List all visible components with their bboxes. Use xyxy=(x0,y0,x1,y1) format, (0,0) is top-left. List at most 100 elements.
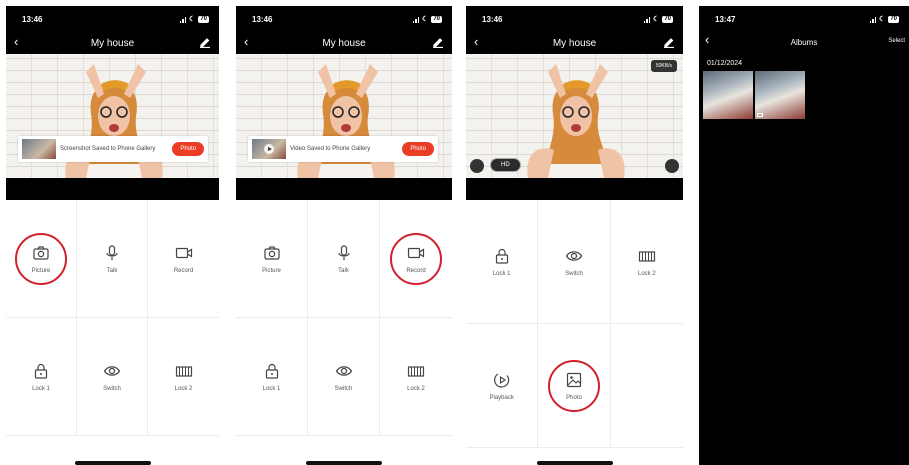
toast-message: Screenshot Saved to Phone Gallery xyxy=(60,145,156,152)
status-bar: 13:47 ☾ 70 xyxy=(699,6,909,32)
eye-icon xyxy=(565,250,583,261)
action-label: Record xyxy=(173,267,194,274)
home-indicator xyxy=(306,461,382,465)
action-label: Playback xyxy=(489,394,514,401)
action-label: Switch xyxy=(565,270,583,277)
highlight-circle xyxy=(390,232,442,285)
action-label: Lock 2 xyxy=(637,270,656,277)
nav-bar: ‹ Albums Select xyxy=(699,32,909,52)
live-video-feed[interactable]: 50KB/s HD xyxy=(466,54,683,178)
action-grid: Lock 1 Switch Lock 2 Playback Photo xyxy=(466,200,683,448)
video-thumbnail[interactable] xyxy=(252,139,286,159)
home-indicator xyxy=(536,461,613,465)
live-video-feed[interactable]: Video Saved to Phone Gallery Photo xyxy=(236,54,452,178)
playback-button[interactable]: Playback xyxy=(466,324,539,448)
signal-icon xyxy=(869,16,877,23)
action-label: Lock 1 xyxy=(262,385,281,392)
signal-icon xyxy=(179,16,187,23)
select-button[interactable]: Select xyxy=(888,38,905,44)
back-icon[interactable]: ‹ xyxy=(705,33,709,47)
status-bar: 13:46 ☾ 70 xyxy=(466,6,683,32)
lock1-button[interactable]: Lock 1 xyxy=(466,200,539,324)
signal-icon xyxy=(412,16,420,23)
phone-screen-record: 13:46 ☾ 70 ‹ My house Video Saved to Pho… xyxy=(236,6,452,465)
switch-button[interactable]: Switch xyxy=(77,318,148,436)
status-bar: 13:46 ☾ 70 xyxy=(6,6,219,32)
speaker-icon[interactable] xyxy=(470,159,484,173)
action-label: Switch xyxy=(103,385,121,392)
action-grid: Picture Talk Record Lock 1 Switch Lock 2 xyxy=(236,200,452,436)
record-button[interactable]: Record xyxy=(148,200,219,318)
edit-icon[interactable] xyxy=(663,36,675,48)
status-time: 13:46 xyxy=(482,14,503,24)
empty-cell xyxy=(610,324,683,448)
gate-icon xyxy=(407,365,425,377)
video-record-icon xyxy=(175,247,192,258)
album-grid xyxy=(699,71,909,119)
talk-button[interactable]: Talk xyxy=(308,200,380,318)
microphone-icon xyxy=(106,244,118,260)
toast-message: Video Saved to Phone Gallery xyxy=(290,145,371,152)
switch-button[interactable]: Switch xyxy=(538,200,611,324)
back-icon[interactable]: ‹ xyxy=(474,35,478,49)
lock2-button[interactable]: Lock 2 xyxy=(148,318,219,436)
back-icon[interactable]: ‹ xyxy=(244,35,248,49)
photo-button[interactable]: Photo xyxy=(538,324,611,448)
gate-icon xyxy=(638,250,655,262)
status-time: 13:46 xyxy=(252,14,273,24)
lock-icon xyxy=(495,248,508,264)
open-photo-button[interactable]: Photo xyxy=(172,142,204,156)
highlight-circle xyxy=(547,359,600,412)
eye-icon xyxy=(103,365,121,376)
record-button[interactable]: Record xyxy=(380,200,452,318)
lock2-button[interactable]: Lock 2 xyxy=(610,200,683,324)
picture-button[interactable]: Picture xyxy=(236,200,308,318)
lock-icon xyxy=(34,363,48,379)
album-thumbnail[interactable] xyxy=(755,71,805,119)
action-label: Talk xyxy=(106,267,118,274)
action-label: Lock 1 xyxy=(492,270,511,277)
edit-icon[interactable] xyxy=(199,36,211,48)
camera-icon xyxy=(263,245,280,260)
action-label: Lock 1 xyxy=(32,385,50,392)
switch-button[interactable]: Switch xyxy=(308,318,380,436)
battery-icon: 70 xyxy=(431,15,442,23)
back-icon[interactable]: ‹ xyxy=(14,35,18,49)
signal-icon xyxy=(643,16,651,23)
page-title: My house xyxy=(322,37,366,49)
edit-icon[interactable] xyxy=(432,36,444,48)
video-toast: Video Saved to Phone Gallery Photo xyxy=(248,136,438,162)
status-bar: 13:46 ☾ 70 xyxy=(236,6,452,32)
battery-icon: 70 xyxy=(662,15,673,23)
live-video-feed[interactable]: Screenshot Saved to Phone Gallery Photo xyxy=(6,54,219,178)
lock-icon xyxy=(265,363,278,379)
playback-icon xyxy=(493,372,509,388)
phone-screen-albums: 13:47 ☾ 70 ‹ Albums Select 01/12/2024 xyxy=(699,6,909,465)
video-icon xyxy=(757,113,763,117)
lock1-button[interactable]: Lock 1 xyxy=(236,318,308,436)
action-label: Switch xyxy=(334,385,353,392)
album-thumbnail[interactable] xyxy=(703,71,753,119)
wifi-icon: ☾ xyxy=(653,16,660,23)
page-title: Albums xyxy=(790,37,818,47)
play-icon xyxy=(264,144,274,154)
microphone-icon xyxy=(337,244,350,260)
quality-toggle[interactable]: HD xyxy=(490,158,521,172)
bitrate-badge: 50KB/s xyxy=(650,60,677,72)
action-label: Lock 2 xyxy=(174,385,193,392)
snapshot-thumbnail[interactable] xyxy=(22,139,56,159)
battery-icon: 70 xyxy=(198,15,209,23)
picture-button[interactable]: Picture xyxy=(6,200,77,318)
action-label: Talk xyxy=(338,267,349,274)
open-photo-button[interactable]: Photo xyxy=(402,142,434,156)
lock1-button[interactable]: Lock 1 xyxy=(6,318,77,436)
lock2-button[interactable]: Lock 2 xyxy=(380,318,452,436)
talk-button[interactable]: Talk xyxy=(77,200,148,318)
wifi-icon: ☾ xyxy=(422,16,429,23)
album-date: 01/12/2024 xyxy=(707,60,743,67)
nav-bar: ‹ My house xyxy=(466,32,683,54)
fullscreen-icon[interactable] xyxy=(665,159,679,173)
page-title: My house xyxy=(552,37,597,49)
snapshot-toast: Screenshot Saved to Phone Gallery Photo xyxy=(18,136,208,162)
nav-bar: ‹ My house xyxy=(6,32,219,54)
